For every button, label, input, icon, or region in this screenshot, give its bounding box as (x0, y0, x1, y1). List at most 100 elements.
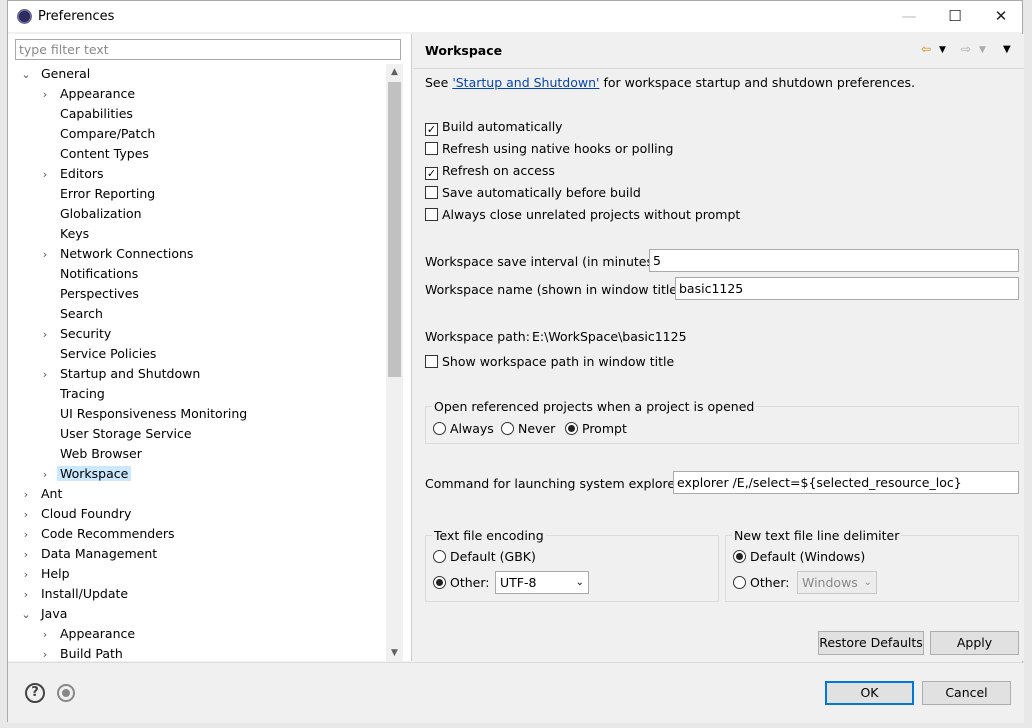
option-checkbox[interactable]: Refresh using native hooks or polling (425, 141, 674, 157)
ok-button[interactable]: OK (825, 681, 914, 705)
tree-item[interactable]: Notifications (39, 264, 141, 284)
tree-item[interactable]: › Install/Update (20, 584, 131, 604)
restore-defaults-button[interactable]: Restore Defaults (818, 631, 924, 655)
filter-input[interactable]: type filter text (15, 39, 401, 60)
checkbox-box[interactable] (425, 142, 438, 155)
tree-item-label: Web Browser (60, 446, 142, 461)
chevron-right-icon[interactable]: › (20, 505, 32, 525)
tree-item[interactable]: Perspectives (39, 284, 142, 304)
chevron-right-icon[interactable]: › (39, 325, 51, 345)
chevron-right-icon[interactable]: › (20, 545, 32, 565)
tree-item[interactable]: › Help (20, 564, 73, 584)
tree-item-label: Search (60, 306, 103, 321)
chevron-right-icon[interactable]: › (39, 645, 51, 661)
chevron-right-icon[interactable]: › (39, 625, 51, 645)
checkbox-label: Refresh on access (442, 163, 555, 178)
checkbox-box[interactable] (425, 355, 438, 368)
tree-item[interactable]: Compare/Patch (39, 124, 158, 144)
chevron-right-icon[interactable]: › (20, 485, 32, 505)
minimize-icon[interactable]: — (886, 1, 932, 32)
open-referenced-radio[interactable]: Prompt (565, 421, 627, 437)
open-referenced-radio[interactable]: Always (433, 421, 494, 437)
explorer-command-input[interactable]: explorer /E,/select=${selected_resource_… (673, 471, 1019, 494)
tree-item[interactable]: Tracing (39, 384, 108, 404)
tree-item[interactable]: Globalization (39, 204, 145, 224)
open-referenced-radio[interactable]: Never (501, 421, 555, 437)
tree-item[interactable]: Error Reporting (39, 184, 158, 204)
record-icon[interactable] (57, 684, 75, 702)
option-checkbox[interactable]: ✓ Refresh on access (425, 163, 555, 180)
chevron-right-icon[interactable]: › (20, 525, 32, 545)
tree-scrollbar[interactable]: ▲ ▼ (386, 64, 403, 661)
startup-description: See 'Startup and Shutdown' for workspace… (425, 75, 915, 90)
startup-shutdown-link[interactable]: 'Startup and Shutdown' (452, 75, 599, 90)
tree-item[interactable]: › Editors (39, 164, 107, 184)
checkmark-icon[interactable]: ✓ (425, 123, 438, 136)
chevron-right-icon[interactable]: › (39, 165, 51, 185)
delimiter-other-radio[interactable]: Other: (733, 575, 789, 591)
chevron-right-icon[interactable]: › (39, 365, 51, 385)
view-menu-icon[interactable]: ▼ (1003, 44, 1011, 55)
forward-menu-icon[interactable]: ▼ (979, 45, 986, 55)
tree-item[interactable]: › Appearance (39, 624, 138, 644)
save-interval-input[interactable]: 5 (649, 249, 1019, 272)
tree-item[interactable]: Content Types (39, 144, 152, 164)
preference-tree: ⌄ General › Appearance Capabilities Compare/P… (8, 64, 386, 661)
tree-item[interactable]: › Data Management (20, 544, 160, 564)
back-menu-icon[interactable]: ▼ (939, 45, 946, 55)
workspace-name-input[interactable]: basic1125 (675, 277, 1019, 300)
tree-item[interactable]: › Workspace (39, 464, 132, 485)
checkbox-label: Refresh using native hooks or polling (442, 141, 674, 156)
chevron-down-icon[interactable]: ⌄ (20, 65, 32, 85)
tree-item[interactable]: Web Browser (39, 444, 145, 464)
chevron-right-icon[interactable]: › (39, 85, 51, 105)
tree-item[interactable]: Keys (39, 224, 92, 244)
tree-item[interactable]: › Appearance (39, 84, 138, 104)
tree-item[interactable]: Service Policies (39, 344, 159, 364)
chevron-down-icon[interactable]: ⌄ (20, 605, 32, 625)
tree-item[interactable]: › Ant (20, 484, 65, 504)
tree-item[interactable]: Capabilities (39, 104, 136, 124)
tree-item-label: Service Policies (60, 346, 157, 361)
encoding-select[interactable]: UTF-8 ⌄ (495, 571, 589, 594)
tree-item[interactable]: Search (39, 304, 106, 324)
scroll-down-icon[interactable]: ▼ (386, 648, 403, 658)
checkbox-box[interactable] (425, 186, 438, 199)
chevron-right-icon[interactable]: › (20, 565, 32, 585)
option-checkbox[interactable]: Save automatically before build (425, 185, 641, 201)
tree-item[interactable]: › Network Connections (39, 244, 196, 264)
checkmark-icon[interactable]: ✓ (425, 167, 438, 180)
encoding-default-radio[interactable]: Default (GBK) (433, 549, 536, 565)
tree-item[interactable]: › Cloud Foundry (20, 504, 134, 524)
tree-item[interactable]: › Code Recommenders (20, 524, 178, 544)
chevron-right-icon[interactable]: › (39, 245, 51, 265)
option-checkbox[interactable]: ✓ Build automatically (425, 119, 563, 136)
checkbox-box[interactable] (425, 208, 438, 221)
tree-item[interactable]: User Storage Service (39, 424, 195, 444)
scroll-thumb[interactable] (388, 82, 401, 377)
show-path-checkbox[interactable]: Show workspace path in window title (425, 354, 674, 370)
apply-button[interactable]: Apply (930, 631, 1019, 655)
tree-item-label: Workspace (57, 466, 132, 481)
tree-item[interactable]: ⌄ Java (20, 604, 70, 624)
delimiter-select[interactable]: Windows ⌄ (797, 571, 877, 594)
chevron-down-icon: ⌄ (863, 577, 872, 588)
close-icon[interactable]: ✕ (978, 1, 1024, 32)
encoding-group-label: Text file encoding (432, 528, 546, 543)
back-icon[interactable]: ⇦ (921, 42, 931, 56)
cancel-button[interactable]: Cancel (922, 681, 1011, 705)
tree-item[interactable]: ⌄ General (20, 64, 93, 84)
chevron-right-icon[interactable]: › (20, 585, 32, 605)
tree-item[interactable]: › Security (39, 324, 114, 344)
encoding-other-radio[interactable]: Other: (433, 575, 489, 591)
help-icon[interactable]: ? (25, 683, 45, 703)
scroll-up-icon[interactable]: ▲ (386, 67, 403, 77)
option-checkbox[interactable]: Always close unrelated projects without … (425, 207, 740, 223)
maximize-icon[interactable]: ☐ (932, 1, 978, 32)
forward-icon[interactable]: ⇨ (961, 42, 971, 56)
tree-item[interactable]: › Startup and Shutdown (39, 364, 203, 384)
delimiter-default-radio[interactable]: Default (Windows) (733, 549, 865, 565)
chevron-right-icon[interactable]: › (39, 465, 51, 485)
tree-item[interactable]: UI Responsiveness Monitoring (39, 404, 250, 424)
tree-item[interactable]: › Build Path (39, 644, 126, 661)
